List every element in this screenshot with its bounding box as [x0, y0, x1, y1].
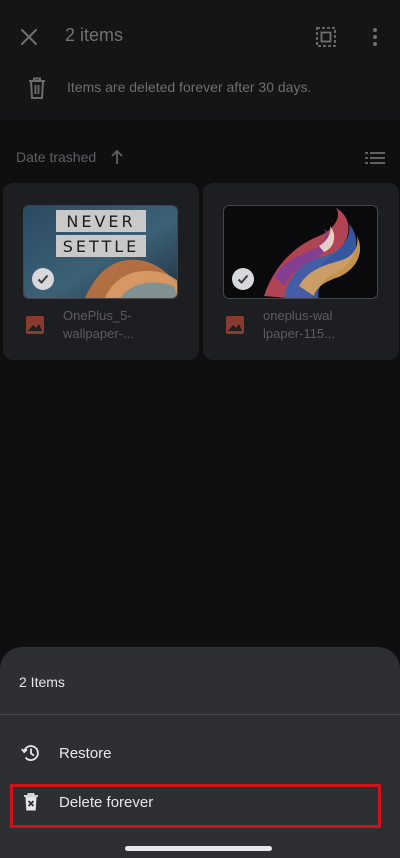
close-icon — [21, 29, 37, 45]
delete-forever-icon — [20, 791, 42, 813]
item-thumbnail: NEVER SETTLE — [23, 205, 178, 299]
image-file-icon — [226, 316, 244, 334]
filename-line: lpaper-115... — [263, 326, 336, 341]
thumb-text-never: NEVER — [66, 212, 135, 231]
actions-bottom-sheet: 2 Items Restore Delete forever — [0, 647, 400, 858]
delete-forever-button[interactable]: Delete forever — [0, 781, 400, 827]
item-thumbnail — [223, 205, 378, 299]
filename-line: wallpaper-... — [63, 326, 134, 341]
sheet-divider — [0, 714, 400, 715]
home-indicator[interactable] — [125, 846, 272, 851]
selected-check-icon[interactable] — [232, 268, 254, 290]
delete-forever-label: Delete forever — [59, 794, 154, 811]
item-filename: OnePlus_5- wallpaper-... — [63, 307, 183, 343]
trash-item-card[interactable]: NEVER SETTLE OnePlus_5- wallpaper-... — [3, 183, 199, 360]
sort-label[interactable]: Date trashed — [16, 149, 96, 165]
arrow-up-icon[interactable] — [109, 148, 125, 166]
more-vert-icon — [373, 28, 377, 46]
restore-button[interactable]: Restore — [0, 732, 400, 778]
trash-screen: 2 items Items are deleted forever after … — [0, 0, 400, 858]
selection-count-title: 2 items — [65, 25, 124, 45]
selection-toolbar: 2 items Items are deleted forever after … — [0, 0, 400, 120]
trash-info-banner: Items are deleted forever after 30 days. — [0, 68, 400, 108]
sort-bar: Date trashed — [0, 140, 400, 176]
item-filename: oneplus-wal lpaper-115... — [263, 307, 383, 343]
trash-item-card[interactable]: oneplus-wal lpaper-115... — [203, 183, 399, 360]
restore-icon — [20, 742, 42, 764]
filename-line: OnePlus_5- — [63, 308, 132, 323]
select-all-button[interactable] — [313, 24, 339, 50]
restore-label: Restore — [59, 745, 112, 762]
close-selection-button[interactable] — [16, 24, 42, 50]
filename-line: oneplus-wal — [263, 308, 333, 323]
select-all-icon — [316, 27, 336, 47]
trash-icon — [29, 77, 45, 99]
more-options-button[interactable] — [362, 24, 388, 50]
list-view-icon[interactable] — [364, 147, 386, 169]
thumb-text-settle: SETTLE — [63, 237, 140, 256]
sheet-title: 2 Items — [19, 674, 65, 690]
selected-check-icon[interactable] — [32, 268, 54, 290]
image-file-icon — [26, 316, 44, 334]
trash-info-text: Items are deleted forever after 30 days. — [67, 79, 312, 95]
